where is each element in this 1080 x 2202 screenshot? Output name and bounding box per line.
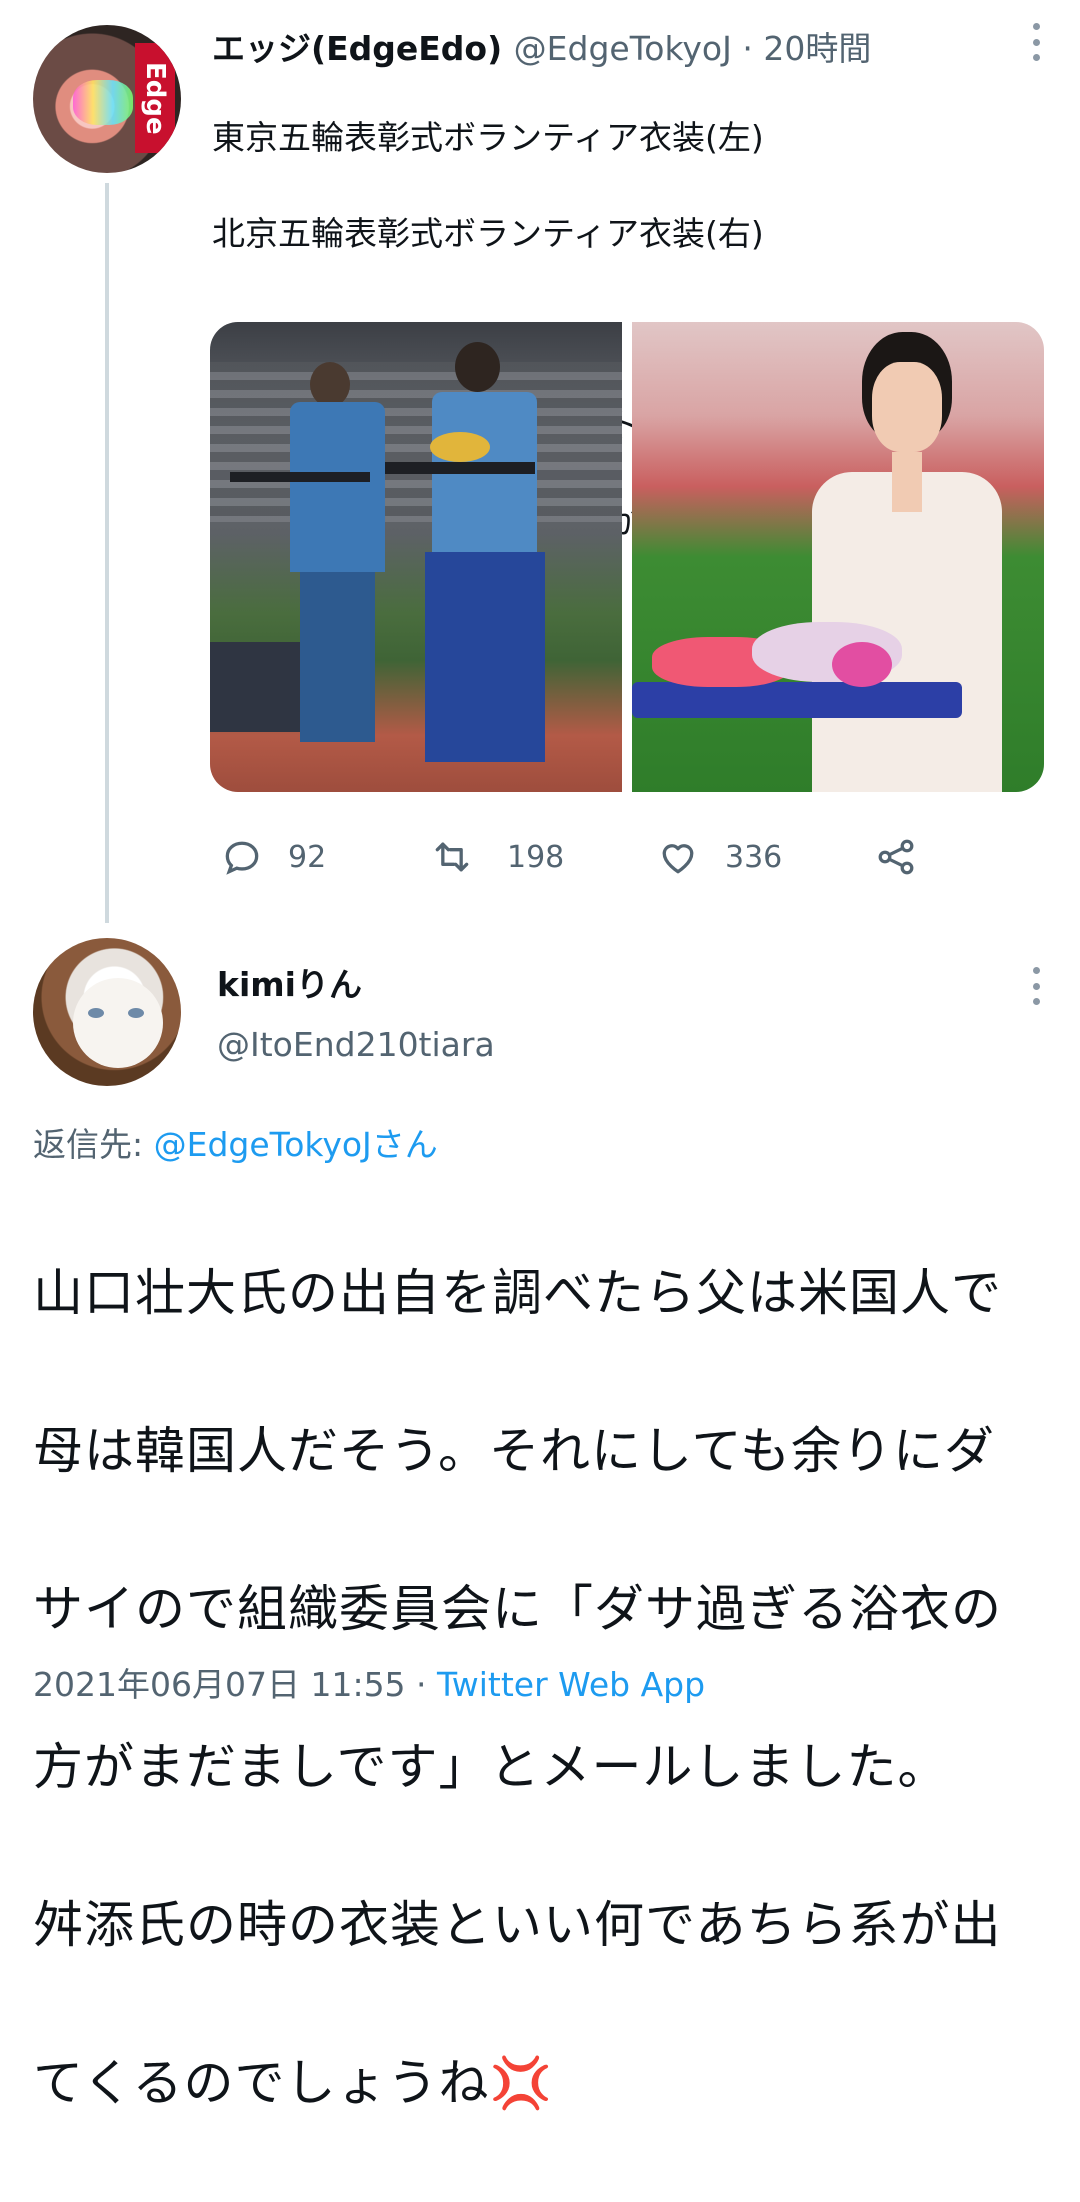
reply-text-line: 母は韓国人だそう。それにしても余りにダ (33, 1422, 995, 1480)
tweet-time[interactable]: 20時間 (763, 29, 871, 68)
tweet-header: エッジ(EdgeEdo) @EdgeTokyoJ · 20時間 (212, 22, 871, 70)
tweet-text-line: 東京五輪表彰式ボランティア衣装(左) (212, 118, 764, 157)
reply-text-line: 舛添氏の時の衣装といい何であちら系が出 (33, 1896, 1002, 1954)
reply-to-line: 返信先: @EdgeTokyoJさん (33, 1118, 438, 1166)
heart-icon (662, 844, 694, 874)
reply-text-line: 山口壮大氏の出自を調べたら父は米国人で (33, 1264, 1002, 1322)
reply-text-line-last: てくるのでしょうね💢 (33, 2044, 1053, 2123)
reply-to-link[interactable]: @EdgeTokyoJさん (154, 1125, 438, 1164)
reply-date[interactable]: 2021年06月07日 11:55 (33, 1665, 406, 1704)
avatar-face-paint (73, 80, 133, 125)
header-separator: · (731, 29, 764, 68)
share-icon (878, 839, 914, 875)
tweet-media[interactable] (210, 322, 1044, 792)
author-avatar[interactable]: Edge (33, 25, 181, 173)
tweet-source[interactable]: Twitter Web App (437, 1665, 705, 1704)
retweet-count: 198 (507, 840, 565, 875)
tweet-text-line: 北京五輪表彰式ボランティア衣装(右) (212, 214, 764, 253)
reply-author-name[interactable]: kimiりん (217, 958, 362, 1006)
reply-bubble-icon (225, 841, 259, 875)
footer-separator: · (405, 1665, 438, 1704)
reply-button[interactable] (220, 835, 264, 883)
author-name[interactable]: エッジ(EdgeEdo) (212, 29, 502, 68)
reply-count: 92 (288, 840, 327, 875)
like-button[interactable] (656, 835, 700, 883)
more-dots-icon[interactable] (1032, 23, 1040, 61)
share-button[interactable] (874, 835, 918, 883)
thread-connector-line (105, 183, 109, 923)
more-dots-icon[interactable] (1032, 967, 1040, 1005)
reply-author-handle[interactable]: @ItoEnd210tiara (217, 1025, 495, 1064)
like-count: 336 (725, 840, 783, 875)
avatar-logo-text: Edge (135, 43, 175, 153)
anger-emoji: 💢 (489, 2054, 553, 2112)
reply-text-line: てくるのでしょうね (33, 2054, 490, 2112)
retweet-icon (435, 842, 469, 872)
reply-to-prefix: 返信先: (33, 1125, 154, 1164)
reply-author-avatar[interactable] (33, 938, 181, 1086)
retweet-button[interactable] (430, 835, 474, 883)
reply-text-line: サイので組織委員会に「ダサ過ぎる浴衣の (33, 1580, 1002, 1638)
author-handle[interactable]: @EdgeTokyoJ (514, 29, 732, 68)
reply-footer: 2021年06月07日 11:55 · Twitter Web App (33, 1658, 705, 1706)
media-photo-left[interactable] (210, 322, 622, 792)
reply-text-line: 方がまだましです」とメールしました。 (33, 1738, 949, 1796)
media-photo-right[interactable] (632, 322, 1044, 792)
